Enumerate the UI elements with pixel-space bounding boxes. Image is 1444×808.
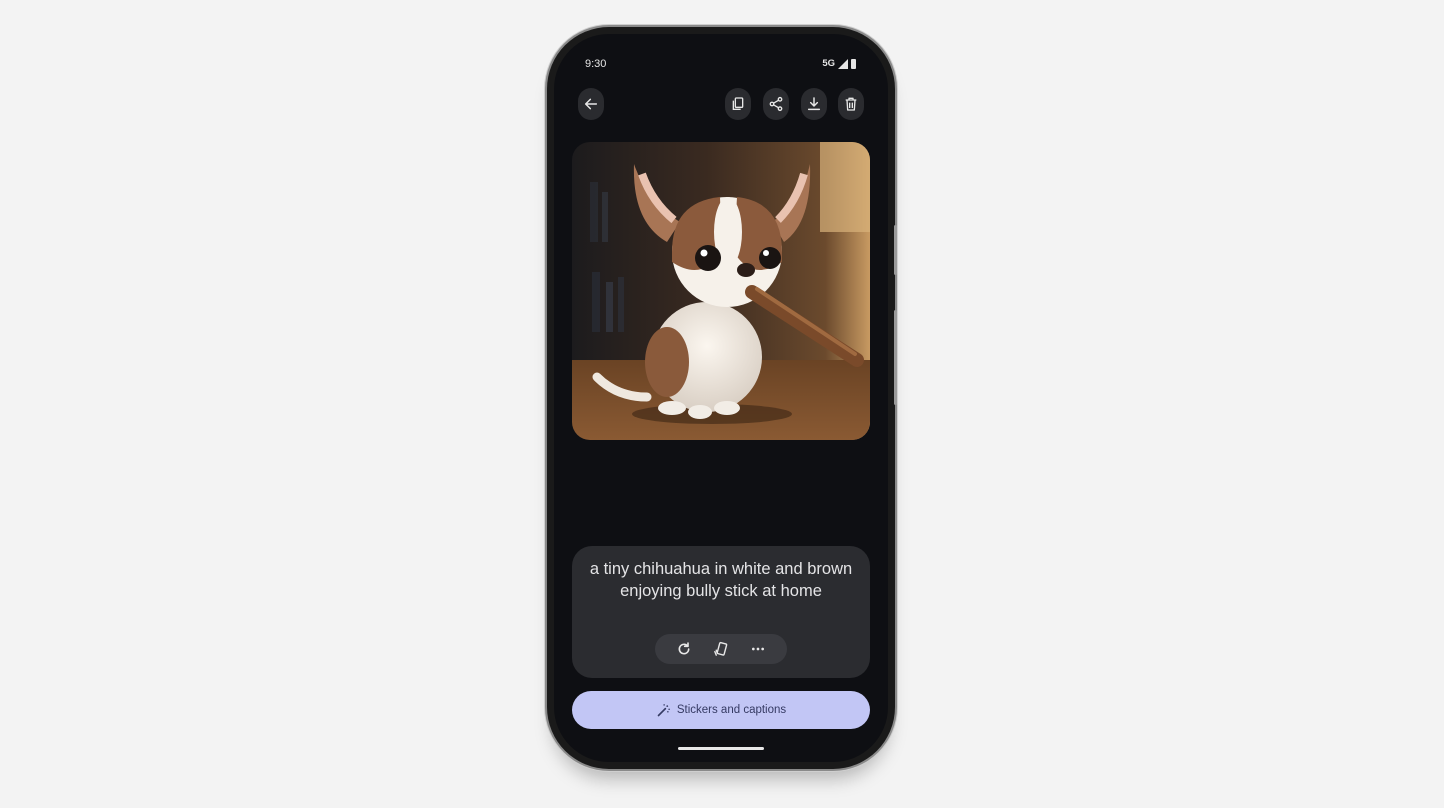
generated-image[interactable]: [572, 142, 870, 440]
arrow-left-icon: [584, 98, 598, 110]
copy-icon: [732, 97, 744, 110]
variations-button[interactable]: [710, 638, 732, 660]
download-icon: [807, 97, 821, 111]
back-button[interactable]: [578, 88, 604, 120]
share-icon: [769, 96, 783, 112]
volume-button: [894, 225, 897, 275]
network-label: 5G: [822, 58, 835, 69]
delete-button[interactable]: [838, 88, 864, 120]
more-horizontal-icon: [752, 647, 765, 651]
phone-screen: 9:30 5G a tiny chihuahua in white and br…: [554, 34, 888, 762]
trash-icon: [845, 97, 857, 111]
stickers-and-captions-button[interactable]: Stickers and captions: [572, 691, 870, 729]
power-button: [894, 310, 897, 405]
signal-icon: [838, 58, 848, 69]
top-toolbar: [554, 88, 888, 122]
status-time: 9:30: [585, 58, 607, 70]
share-button[interactable]: [763, 88, 789, 120]
regenerate-button[interactable]: [673, 638, 695, 660]
prompt-card: a tiny chihuahua in white and brown enjo…: [572, 546, 870, 678]
magic-wand-icon: [657, 703, 670, 716]
cards-icon: [714, 641, 728, 656]
copy-button[interactable]: [725, 88, 751, 120]
battery-icon: [851, 58, 856, 69]
prompt-actions: [655, 634, 787, 664]
more-button[interactable]: [747, 638, 769, 660]
download-button[interactable]: [801, 88, 827, 120]
status-indicators: 5G: [822, 58, 856, 69]
chihuahua-illustration: [572, 142, 870, 440]
home-indicator[interactable]: [678, 747, 764, 750]
refresh-icon: [678, 642, 690, 655]
cta-label: Stickers and captions: [676, 704, 787, 716]
prompt-text: a tiny chihuahua in white and brown enjo…: [589, 560, 853, 600]
status-bar: 9:30 5G: [554, 54, 888, 74]
